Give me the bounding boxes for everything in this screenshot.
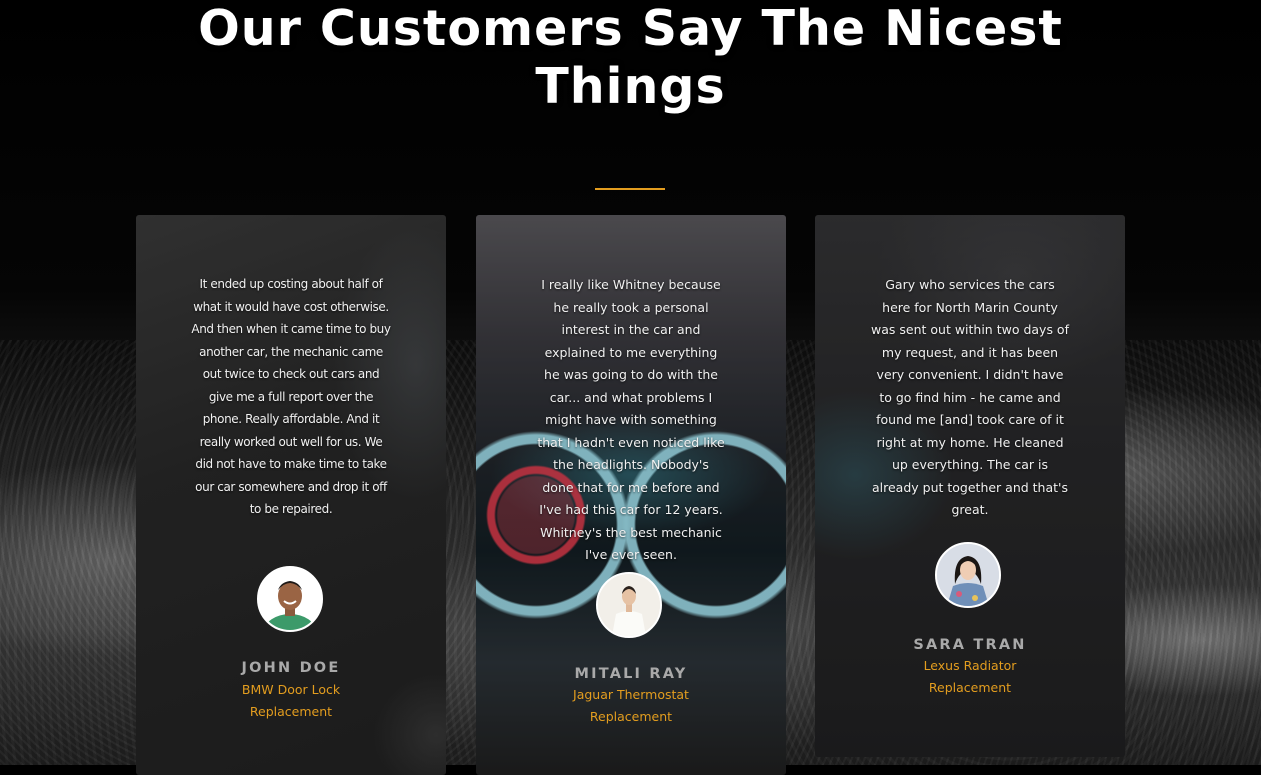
person-avatar-icon	[598, 574, 660, 636]
person-avatar-icon	[937, 544, 999, 606]
person-avatar-icon	[259, 568, 321, 630]
customer-avatar	[935, 542, 1001, 608]
customer-name: SARA TRAN	[913, 637, 1027, 653]
section-title-line-1: Our Customers Say The Nicest	[198, 0, 1063, 57]
testimonial-card: It ended up costing about half of what i…	[136, 215, 446, 775]
section-title-line-2: Things	[535, 58, 726, 115]
customer-avatar	[596, 572, 662, 638]
testimonial-card: I really like Whitney because he really …	[476, 215, 786, 775]
title-divider	[595, 188, 665, 190]
service-label: Lexus Radiator Replacement	[923, 658, 1017, 695]
service-label: BMW Door Lock Replacement	[241, 682, 341, 719]
testimonial-card: Gary who services the cars here for Nort…	[815, 215, 1125, 757]
customer-avatar	[257, 566, 323, 632]
section-title: Our Customers Say The Nicest Things	[0, 0, 1261, 116]
customer-name: MITALI RAY	[574, 666, 688, 682]
testimonial-quote: Gary who services the cars here for Nort…	[871, 277, 1069, 517]
testimonial-quote: I really like Whitney because he really …	[537, 277, 725, 562]
customer-name: JOHN DOE	[241, 660, 341, 676]
testimonial-quote: It ended up costing about half of what i…	[191, 277, 391, 516]
service-label: Jaguar Thermostat Replacement	[573, 687, 689, 724]
